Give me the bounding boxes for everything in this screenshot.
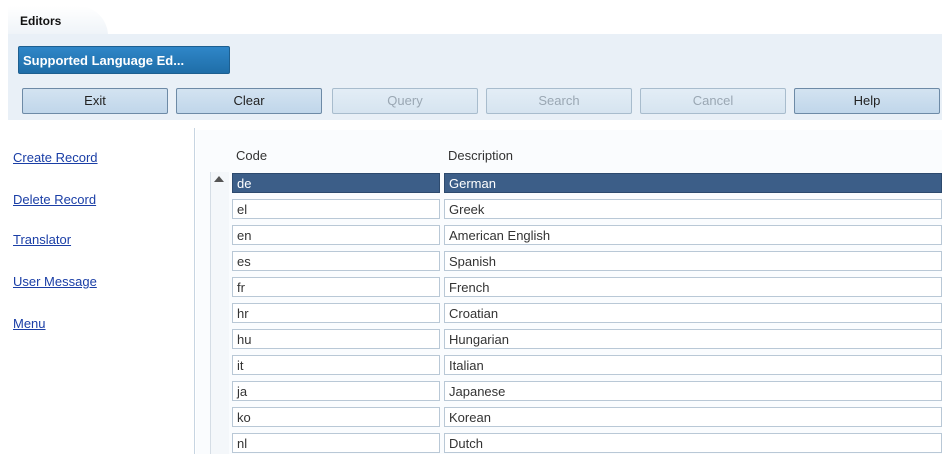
code-cell[interactable]: ja [232,381,440,401]
table-row[interactable]: ko Korean [232,407,942,427]
table-row[interactable]: hu Hungarian [232,329,942,349]
description-cell[interactable]: Italian [444,355,942,375]
table-row[interactable]: en American English [232,225,942,245]
code-cell[interactable]: de [232,173,440,193]
code-cell[interactable]: es [232,251,440,271]
delete-record-link[interactable]: Delete Record [13,192,96,207]
code-cell[interactable]: it [232,355,440,375]
menu-link[interactable]: Menu [13,316,46,331]
column-header-code[interactable]: Code [236,148,267,163]
table-row[interactable]: de German [232,173,942,193]
tab-editors[interactable]: Editors [8,6,108,36]
create-record-link[interactable]: Create Record [13,150,98,165]
description-cell[interactable]: Hungarian [444,329,942,349]
table-row[interactable]: hr Croatian [232,303,942,323]
table-row[interactable]: es Spanish [232,251,942,271]
left-nav: Create Record Delete Record Translator U… [0,120,194,454]
language-grid: Code Description de German el Greek en A… [196,130,942,454]
exit-button[interactable]: Exit [22,88,168,114]
code-cell[interactable]: en [232,225,440,245]
query-button[interactable]: Query [332,88,478,114]
code-cell[interactable]: hr [232,303,440,323]
cancel-button[interactable]: Cancel [640,88,786,114]
table-row[interactable]: el Greek [232,199,942,219]
clear-button[interactable]: Clear [176,88,322,114]
code-cell[interactable]: nl [232,433,440,453]
top-tab-bar: Editors [0,0,942,38]
description-cell[interactable]: Korean [444,407,942,427]
table-row[interactable]: nl Dutch [232,433,942,453]
translator-link[interactable]: Translator [13,232,71,247]
search-button[interactable]: Search [486,88,632,114]
description-cell[interactable]: German [444,173,942,193]
code-cell[interactable]: hu [232,329,440,349]
user-message-link[interactable]: User Message [13,274,97,289]
tab-supported-language-editor[interactable]: Supported Language Ed... [18,46,230,74]
description-cell[interactable]: Greek [444,199,942,219]
description-cell[interactable]: Dutch [444,433,942,453]
code-cell[interactable]: fr [232,277,440,297]
table-row[interactable]: it Italian [232,355,942,375]
description-cell[interactable]: Croatian [444,303,942,323]
code-cell[interactable]: el [232,199,440,219]
description-cell[interactable]: Japanese [444,381,942,401]
description-cell[interactable]: Spanish [444,251,942,271]
record-scrollbar[interactable] [210,172,229,454]
table-row[interactable]: ja Japanese [232,381,942,401]
table-row[interactable]: fr French [232,277,942,297]
column-header-description[interactable]: Description [448,148,513,163]
scroll-up-arrow-icon[interactable] [214,176,224,182]
description-cell[interactable]: American English [444,225,942,245]
description-cell[interactable]: French [444,277,942,297]
tab-strip [8,34,942,42]
nav-divider [194,128,195,454]
help-button[interactable]: Help [794,88,940,114]
code-cell[interactable]: ko [232,407,440,427]
subtab-row: Supported Language Ed... [8,42,942,80]
toolbar: Exit Clear Query Search Cancel Help [8,80,942,120]
